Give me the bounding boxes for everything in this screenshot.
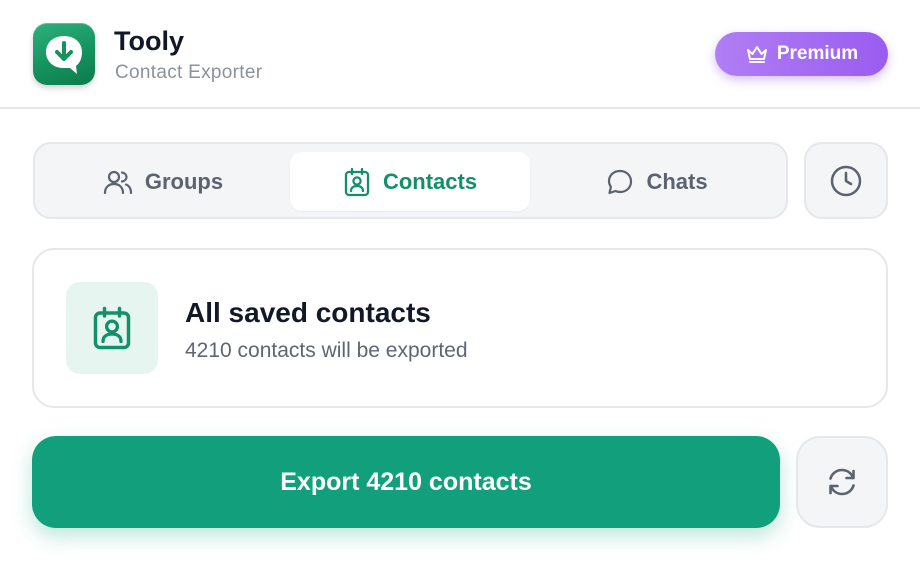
tab-contacts-label: Contacts	[382, 168, 478, 194]
users-icon	[103, 170, 132, 194]
tab-groups-label: Groups	[144, 168, 224, 194]
tab-bar: Groups Contacts Chats	[33, 142, 788, 219]
export-summary-card: All saved contacts 4210 contacts will be…	[32, 248, 888, 408]
download-chat-icon	[46, 36, 82, 74]
clock-icon	[830, 165, 862, 196]
tab-contacts[interactable]: Contacts	[290, 152, 530, 211]
tab-chats-label: Chats	[646, 168, 708, 194]
app-header: Tooly Contact Exporter Premium	[0, 0, 920, 109]
crown-icon	[746, 46, 767, 63]
summary-icon-box	[66, 282, 158, 374]
refresh-icon	[829, 468, 855, 496]
tab-groups[interactable]: Groups	[43, 152, 283, 211]
app-title: Tooly	[114, 26, 184, 56]
premium-button[interactable]: Premium	[715, 32, 888, 76]
export-button[interactable]: Export 4210 contacts	[32, 436, 780, 528]
refresh-button[interactable]	[796, 436, 888, 528]
chat-bubble-icon	[608, 169, 633, 194]
export-button-label: Export 4210 contacts	[280, 467, 532, 496]
contact-badge-icon	[93, 306, 131, 350]
app-logo	[33, 23, 95, 85]
summary-title: All saved contacts	[185, 297, 431, 328]
summary-subtitle: 4210 contacts will be exported	[185, 339, 468, 362]
tab-chats[interactable]: Chats	[537, 152, 777, 211]
premium-label: Premium	[776, 43, 859, 64]
history-button[interactable]	[804, 142, 888, 219]
contact-badge-icon	[344, 167, 370, 196]
app-subtitle: Contact Exporter	[115, 62, 263, 83]
